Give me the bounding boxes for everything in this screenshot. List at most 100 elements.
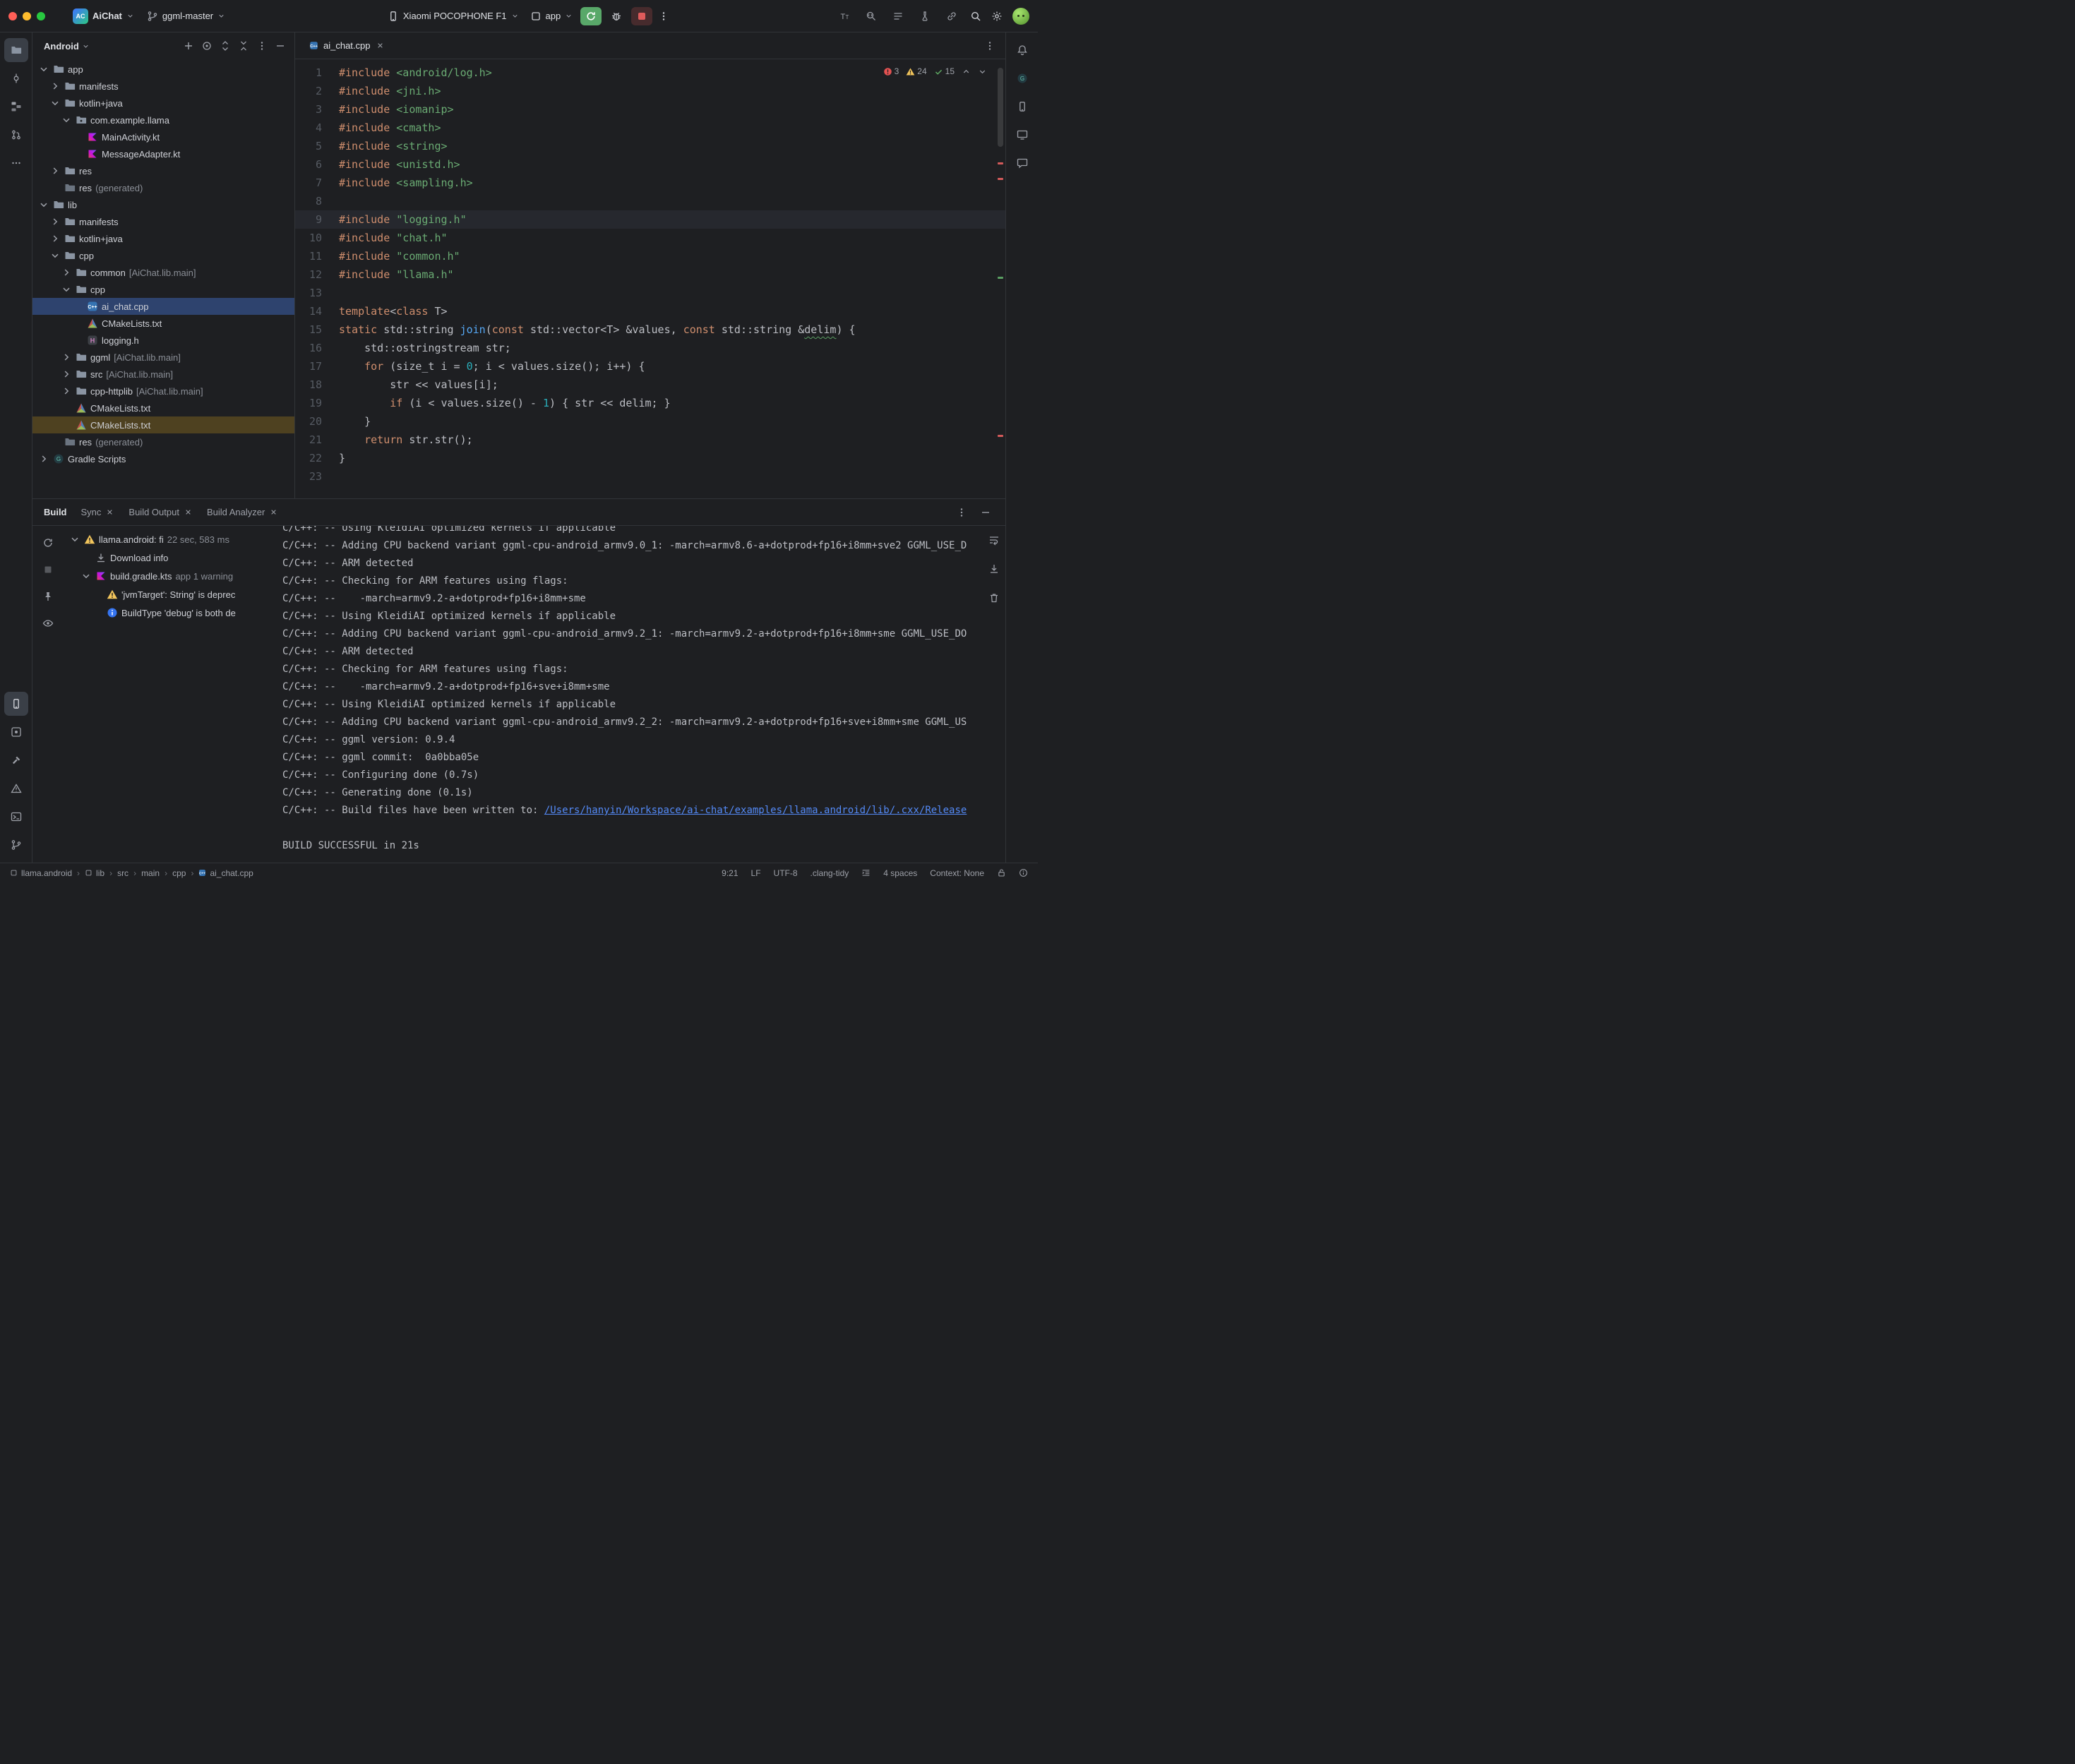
tool-button-rerun-build[interactable] — [40, 534, 56, 551]
tool-button-running-devices[interactable] — [4, 692, 28, 716]
tree-item-cpp[interactable]: cpp — [32, 281, 294, 298]
passed-count[interactable]: 15 — [934, 62, 955, 80]
tree-item-manifests[interactable]: manifests — [32, 213, 294, 230]
inspections-widget[interactable]: 3 24 15 — [883, 62, 987, 80]
tool-button-project[interactable] — [4, 38, 28, 62]
tool-button-stop-build[interactable] — [40, 561, 56, 578]
tool-button-structure[interactable] — [4, 95, 28, 119]
user-avatar[interactable] — [1012, 8, 1029, 25]
chevron-right-icon[interactable] — [61, 368, 72, 380]
indent-widget[interactable]: 4 spaces — [883, 868, 917, 878]
tree-item-lib[interactable]: lib — [32, 196, 294, 213]
tree-item-cpp-httplib[interactable]: cpp-httplib[AiChat.lib.main] — [32, 383, 294, 400]
more-run-actions-button[interactable] — [655, 8, 672, 25]
search-icon[interactable] — [970, 11, 981, 22]
project-view-selector[interactable]: Android — [44, 41, 79, 52]
build-tab-build-output[interactable]: Build Output — [128, 507, 193, 517]
chevron-down-icon[interactable] — [49, 97, 61, 109]
tool-button-app-inspection[interactable] — [4, 720, 28, 744]
chevron-right-icon[interactable] — [49, 80, 61, 92]
chevron-down-icon[interactable] — [49, 250, 61, 261]
stop-app-button[interactable] — [631, 7, 652, 25]
chevron-right-icon[interactable] — [49, 216, 61, 227]
tree-item-kotlin-java[interactable]: kotlin+java — [32, 230, 294, 247]
tree-item-cmakelists-txt[interactable]: CMakeLists.txt — [32, 400, 294, 416]
device-selector[interactable]: Xiaomi POCOPHONE F1 — [383, 8, 524, 25]
line-ending-widget[interactable]: LF — [751, 868, 761, 878]
tool-button-terminal[interactable] — [4, 805, 28, 829]
tool-button-soft-wrap[interactable] — [988, 534, 1000, 552]
clang-tidy-widget[interactable]: .clang-tidy — [811, 868, 849, 878]
breadcrumb-item-src[interactable]: src — [117, 868, 128, 878]
tree-item-manifests[interactable]: manifests — [32, 78, 294, 95]
build-tree[interactable]: llama.android: fi22 sec, 583 msDownload … — [64, 526, 275, 863]
tool-button-clear-all[interactable] — [988, 592, 1000, 610]
indent-icon[interactable] — [861, 868, 871, 877]
chevron-right-icon[interactable] — [61, 352, 72, 363]
tool-button-pin-tab[interactable] — [40, 588, 56, 605]
hide-panel-button[interactable] — [977, 504, 994, 521]
more-options-button[interactable] — [953, 504, 970, 521]
rerun-app-button[interactable] — [580, 7, 602, 25]
build-tab-build-analyzer[interactable]: Build Analyzer — [207, 507, 278, 517]
breadcrumb-item-ai-chat-cpp[interactable]: C++ai_chat.cpp — [198, 868, 253, 878]
build-console[interactable]: C/C++: -- Using KleidiAI optimized kerne… — [275, 526, 1005, 863]
caret-position-widget[interactable]: 9:21 — [722, 868, 738, 878]
tool-button-show-details[interactable] — [40, 615, 56, 632]
build-tree-item-download-info[interactable]: Download info — [64, 548, 275, 567]
tree-item-res[interactable]: res(generated) — [32, 433, 294, 450]
tool-button-collapse-all[interactable] — [235, 37, 252, 54]
tool-button-log-list[interactable] — [890, 8, 907, 25]
tool-button-device-manager[interactable] — [1010, 95, 1034, 119]
build-tree-item-buildtype-debug-is-both-de[interactable]: BuildType 'debug' is both de — [64, 604, 275, 622]
tool-button-problems[interactable] — [4, 776, 28, 800]
tool-button-hide-panel[interactable] — [272, 37, 289, 54]
breadcrumb-item-main[interactable]: main — [141, 868, 160, 878]
tool-button-expand-all[interactable] — [217, 37, 234, 54]
chevron-right-icon[interactable] — [49, 233, 61, 244]
encoding-widget[interactable]: UTF-8 — [774, 868, 798, 878]
chevron-down-icon[interactable] — [82, 42, 90, 50]
tool-button-pull-requests[interactable] — [4, 123, 28, 147]
editor-tab-ai-chat-cpp[interactable]: C++ ai_chat.cpp — [302, 32, 392, 59]
scrollbar-thumb[interactable] — [998, 68, 1003, 147]
breadcrumb-item-cpp[interactable]: cpp — [172, 868, 186, 878]
tool-button-gradle[interactable]: G — [1010, 66, 1034, 90]
tool-button-letter-case[interactable]: TT — [836, 8, 853, 25]
tree-item-src[interactable]: src[AiChat.lib.main] — [32, 366, 294, 383]
close-icon[interactable] — [269, 508, 278, 517]
tool-button-running-devices[interactable] — [1010, 123, 1034, 147]
close-icon[interactable] — [105, 508, 114, 517]
build-tree-item-llama-android-fi[interactable]: llama.android: fi22 sec, 583 ms — [64, 530, 275, 548]
tree-item-common[interactable]: common[AiChat.lib.main] — [32, 264, 294, 281]
project-selector[interactable]: AC AiChat — [68, 6, 139, 27]
close-window-button[interactable] — [8, 12, 17, 20]
tool-button-notifications[interactable] — [1010, 38, 1034, 62]
tree-item-cmakelists-txt[interactable]: CMakeLists.txt — [32, 315, 294, 332]
next-problem-button[interactable] — [978, 67, 987, 76]
tree-item-com-example-llama[interactable]: com.example.llama — [32, 112, 294, 128]
build-tab-build[interactable]: Build — [44, 507, 67, 517]
chevron-right-icon[interactable] — [61, 267, 72, 278]
breadcrumb-item-lib[interactable]: lib — [85, 868, 104, 878]
error-count[interactable]: 3 — [883, 62, 899, 80]
tool-button-commit[interactable] — [4, 66, 28, 90]
tool-button-more-options[interactable] — [253, 37, 270, 54]
chevron-down-icon[interactable] — [61, 114, 72, 126]
settings-gear-icon[interactable] — [991, 11, 1003, 22]
console-link[interactable]: /Users/hanyin/Workspace/ai-chat/examples… — [544, 805, 967, 816]
chevron-down-icon[interactable] — [61, 284, 72, 295]
chevron-right-icon[interactable] — [49, 165, 61, 176]
tool-button-share-link[interactable] — [943, 8, 960, 25]
tree-item-cmakelists-txt[interactable]: CMakeLists.txt — [32, 416, 294, 433]
build-tree-item-jvmtarget-string-is-deprec[interactable]: 'jvmTarget': String' is deprec — [64, 585, 275, 604]
lock-icon[interactable] — [997, 868, 1006, 877]
debug-app-button[interactable] — [606, 7, 627, 25]
close-icon[interactable] — [184, 508, 193, 517]
tree-item-ggml[interactable]: ggml[AiChat.lib.main] — [32, 349, 294, 366]
minimize-window-button[interactable] — [23, 12, 31, 20]
build-tree-item-build-gradle-kts[interactable]: build.gradle.ktsapp 1 warning — [64, 567, 275, 585]
project-tree[interactable]: appmanifestskotlin+javacom.example.llama… — [32, 59, 294, 498]
tool-button-build[interactable] — [4, 748, 28, 772]
close-icon[interactable] — [376, 41, 385, 50]
